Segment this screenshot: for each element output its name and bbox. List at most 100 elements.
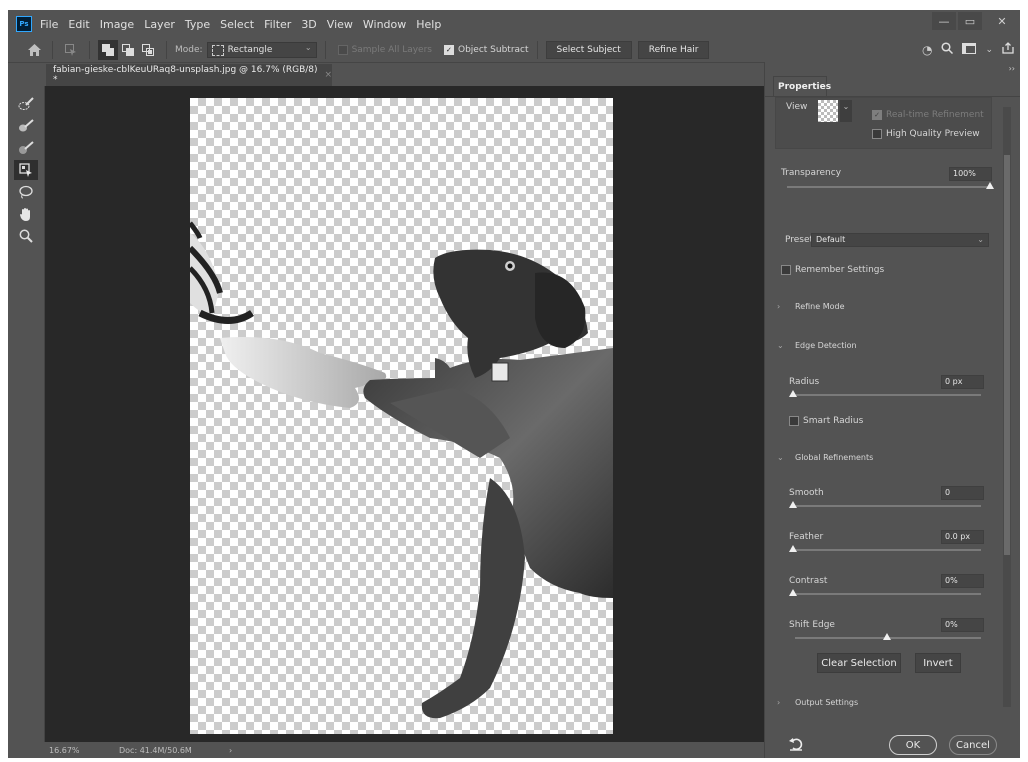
menu-file[interactable]: File (40, 18, 58, 31)
view-mode-thumbnail[interactable] (818, 100, 838, 122)
realtime-refinement-checkbox[interactable]: ✓ Real-time Refinement (872, 110, 984, 120)
zoom-level[interactable]: 16.67% (49, 746, 119, 755)
separator (536, 41, 538, 59)
chevron-down-icon: ⌄ (304, 43, 312, 52)
global-refinements-label: Global Refinements (795, 453, 874, 462)
subtract-from-selection-icon[interactable] (138, 40, 158, 60)
mode-dropdown[interactable]: Rectangle ⌄ (206, 42, 317, 58)
mode-label: Mode: (175, 45, 203, 55)
learn-icon[interactable]: ◔ (922, 43, 932, 57)
contrast-input[interactable]: 0% (941, 574, 984, 588)
menu-window[interactable]: Window (363, 18, 406, 31)
checkbox-icon (781, 265, 791, 275)
remember-settings-checkbox[interactable]: Remember Settings (781, 265, 884, 275)
home-icon[interactable] (24, 40, 44, 60)
quick-selection-tool-icon[interactable] (14, 94, 38, 114)
refine-edge-brush-tool-icon[interactable] (14, 116, 38, 136)
object-selection-tool-icon[interactable] (14, 160, 38, 180)
menu-filter[interactable]: Filter (264, 18, 291, 31)
object-subtract-checkbox[interactable]: ✓ Object Subtract (443, 45, 529, 55)
chevron-down-icon: ⌄ (777, 453, 784, 462)
menu-bar: Ps File Edit Image Layer Type Select Fil… (8, 10, 1020, 38)
view-label: View (786, 102, 808, 112)
refine-hair-button[interactable]: Refine Hair (637, 41, 710, 59)
contrast-slider-track[interactable] (791, 593, 981, 595)
chevron-down-icon[interactable]: ⌄ (985, 45, 993, 55)
contrast-label: Contrast (789, 576, 828, 586)
shift-edge-slider-thumb[interactable] (883, 633, 891, 640)
menu-edit[interactable]: Edit (68, 18, 89, 31)
menu-type[interactable]: Type (185, 18, 210, 31)
canvas-area[interactable] (45, 86, 764, 742)
menu-image[interactable]: Image (100, 18, 134, 31)
share-icon[interactable] (1002, 42, 1014, 57)
smooth-slider-thumb[interactable] (789, 501, 797, 508)
feather-slider-track[interactable] (791, 549, 981, 551)
photoshop-window: Ps File Edit Image Layer Type Select Fil… (8, 10, 1020, 758)
high-quality-preview-label: High Quality Preview (886, 129, 980, 139)
edge-detection-label: Edge Detection (795, 341, 857, 350)
workspace-icon[interactable] (962, 42, 977, 57)
output-settings-section[interactable]: › Output Settings (777, 698, 858, 707)
edge-detection-section[interactable]: ⌄ Edge Detection (777, 341, 857, 350)
tab-properties[interactable]: Properties (773, 76, 831, 97)
status-menu-arrow-icon[interactable]: › (229, 746, 232, 755)
menu-layer[interactable]: Layer (144, 18, 175, 31)
object-selection-tool-icon[interactable] (61, 40, 81, 60)
radius-slider-track[interactable] (791, 394, 981, 396)
minimize-button[interactable]: — (932, 12, 956, 30)
lasso-tool-icon[interactable] (14, 182, 38, 202)
document-canvas[interactable] (190, 98, 613, 734)
document-tab-strip: fabian-gieske-cblKeuURaq8-unsplash.jpg @… (8, 64, 764, 86)
global-refinements-section[interactable]: ⌄ Global Refinements (777, 453, 873, 462)
refine-mode-section[interactable]: › Refine Mode (777, 302, 845, 311)
document-tab[interactable]: fabian-gieske-cblKeuURaq8-unsplash.jpg @… (46, 64, 332, 86)
menu-view[interactable]: View (327, 18, 353, 31)
shift-edge-input[interactable]: 0% (941, 618, 984, 632)
select-subject-button[interactable]: Select Subject (545, 41, 632, 59)
new-selection-icon[interactable] (98, 40, 118, 60)
invert-button[interactable]: Invert (915, 653, 961, 673)
add-to-selection-icon[interactable] (118, 40, 138, 60)
smooth-label: Smooth (789, 488, 824, 498)
close-tab-icon[interactable]: × (324, 70, 332, 80)
properties-body: View ⌄ ✓ Real-time Refinement High Quali… (765, 96, 1020, 758)
radius-input[interactable]: 0 px (941, 375, 984, 389)
collapse-panel-icon[interactable]: ›› (1009, 64, 1015, 73)
properties-panel: ›› Properties View ⌄ ✓ Real-time Refinem… (764, 62, 1020, 758)
refine-mode-label: Refine Mode (795, 302, 845, 311)
separator (324, 41, 326, 59)
chevron-right-icon: › (777, 302, 781, 311)
ok-button[interactable]: OK (889, 735, 937, 755)
clear-selection-button[interactable]: Clear Selection (817, 653, 901, 673)
close-window-button[interactable]: ✕ (984, 12, 1020, 30)
menu-help[interactable]: Help (416, 18, 441, 31)
feather-slider-thumb[interactable] (789, 545, 797, 552)
radius-slider-thumb[interactable] (789, 390, 797, 397)
contrast-slider-thumb[interactable] (789, 589, 797, 596)
smooth-input[interactable]: 0 (941, 486, 984, 500)
smooth-slider-track[interactable] (791, 505, 981, 507)
hand-tool-icon[interactable] (14, 204, 38, 224)
checkbox-icon (872, 129, 882, 139)
transparency-slider-track[interactable] (787, 186, 992, 188)
smart-radius-checkbox[interactable]: Smart Radius (789, 416, 863, 426)
transparency-label: Transparency (781, 168, 842, 178)
panel-scrollbar[interactable] (1003, 107, 1011, 707)
transparency-slider-thumb[interactable] (986, 182, 994, 189)
menu-select[interactable]: Select (220, 18, 254, 31)
sample-all-layers-checkbox[interactable]: Sample All Layers (337, 45, 432, 55)
preset-dropdown[interactable]: Default ⌄ (811, 233, 989, 247)
search-icon[interactable] (941, 42, 954, 57)
menu-3d[interactable]: 3D (301, 18, 316, 31)
reset-icon[interactable] (789, 737, 803, 754)
chevron-down-icon[interactable]: ⌄ (840, 100, 852, 122)
zoom-tool-icon[interactable] (14, 226, 38, 246)
high-quality-preview-checkbox[interactable]: High Quality Preview (872, 129, 980, 139)
restore-button[interactable]: ▭ (958, 12, 982, 30)
cancel-button[interactable]: Cancel (949, 735, 997, 755)
scrollbar-thumb[interactable] (1004, 155, 1010, 555)
brush-tool-icon[interactable] (14, 138, 38, 158)
transparency-input[interactable]: 100% (949, 167, 992, 181)
feather-input[interactable]: 0.0 px (941, 530, 984, 544)
